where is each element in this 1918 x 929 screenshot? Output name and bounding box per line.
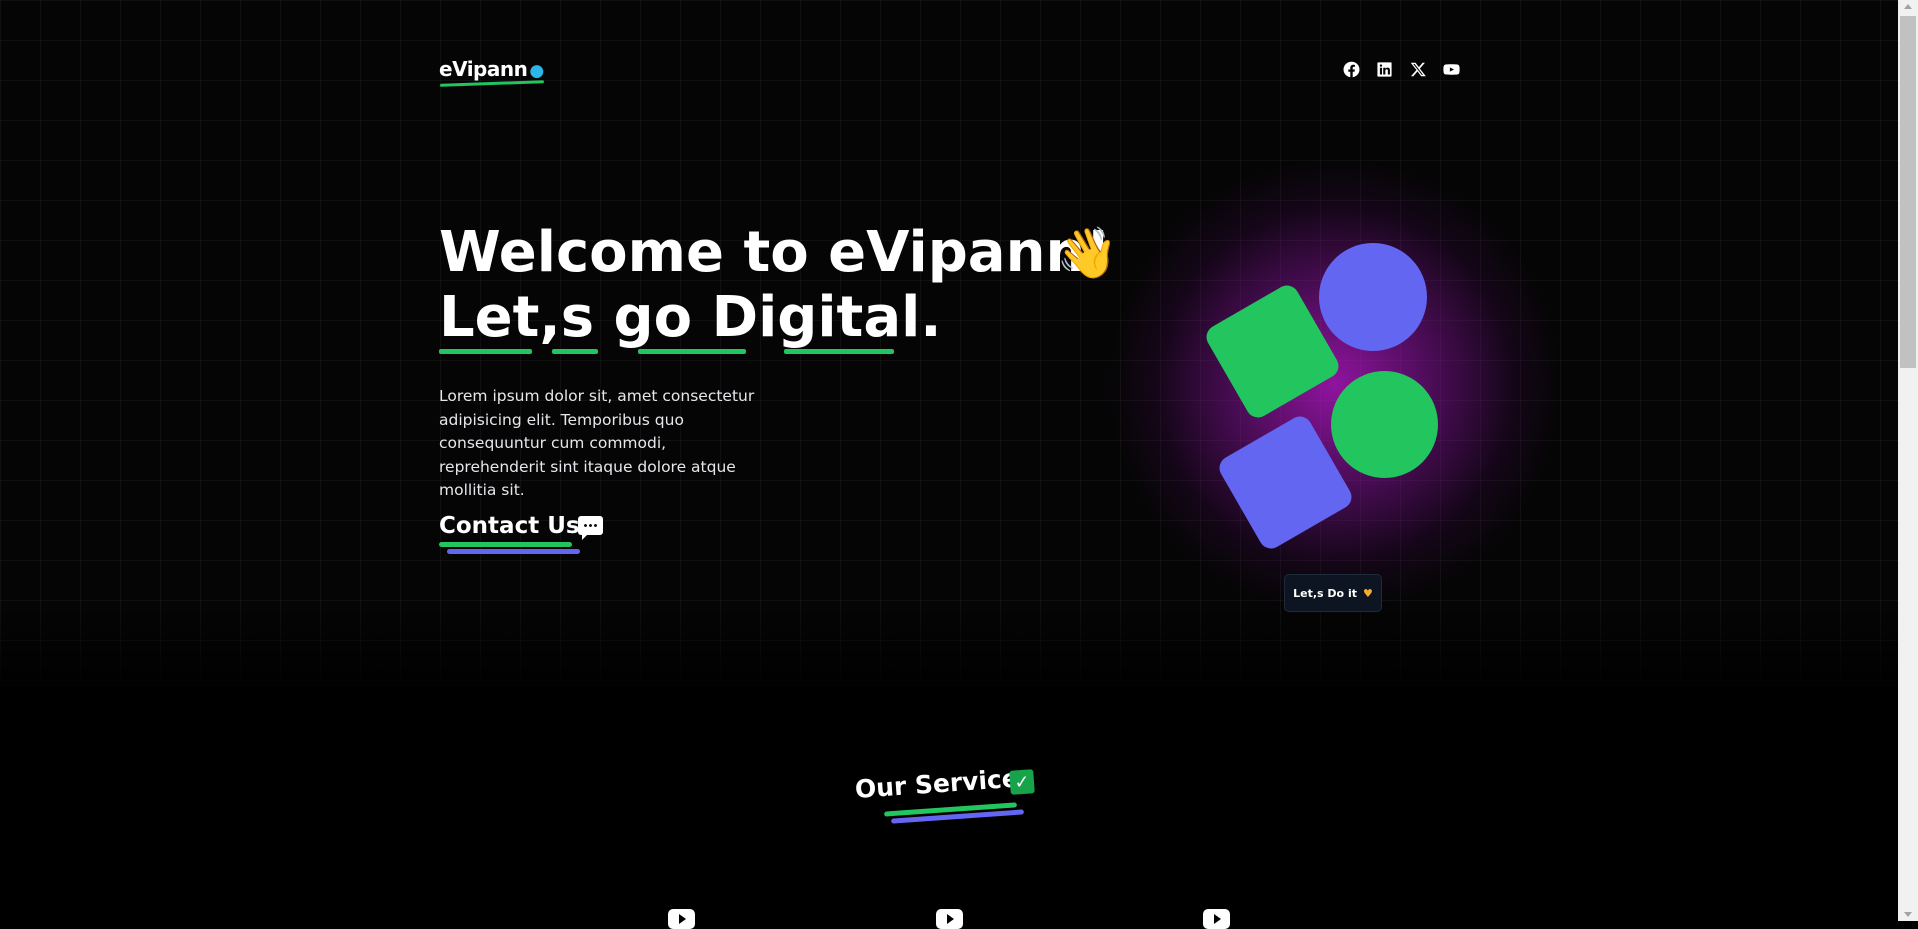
lets-do-it-button[interactable]: Let,s Do it ♥ [1284, 574, 1382, 612]
hero-title-line2: Let,s go Digital. [439, 285, 942, 350]
play-icon[interactable] [936, 909, 963, 929]
x-icon[interactable] [1409, 60, 1428, 79]
cta-label: Let,s Do it [1293, 586, 1357, 600]
play-icon[interactable] [668, 909, 695, 929]
scroll-down-arrow[interactable] [1904, 912, 1912, 917]
check-mark-icon: ✓ [1009, 769, 1035, 795]
logo-text: eVipann [439, 57, 528, 81]
scrollbar-thumb[interactable] [1900, 16, 1916, 368]
logo[interactable]: eVipann ● [439, 57, 544, 81]
facebook-icon[interactable] [1342, 60, 1361, 79]
title-underline [784, 349, 894, 354]
title-underline [638, 349, 746, 354]
linkedin-icon[interactable] [1375, 60, 1394, 79]
play-icon[interactable] [1203, 909, 1230, 929]
hero-title-line1: Welcome to eVipann! [439, 220, 1111, 285]
green-circle [1331, 371, 1438, 478]
indigo-circle [1319, 243, 1427, 351]
services-title: Our Services [853, 762, 1035, 804]
purple-glow [1105, 155, 1565, 615]
hero-section [0, 0, 1898, 695]
scroll-up-arrow[interactable] [1904, 4, 1912, 9]
globe-icon: ● [529, 61, 544, 81]
speech-bubble-icon [578, 516, 603, 540]
youtube-icon[interactable] [1442, 60, 1461, 79]
title-underline [552, 349, 598, 354]
title-underline [439, 349, 532, 354]
hero-description: Lorem ipsum dolor sit, amet consectetur … [439, 387, 755, 499]
contact-underline-green [439, 542, 572, 547]
contact-us-link[interactable]: Contact Us [439, 513, 580, 539]
scrollbar[interactable] [1898, 0, 1918, 921]
heart-icon: ♥ [1362, 586, 1373, 600]
waving-hand-icon: 👋 [1056, 224, 1119, 282]
contact-underline-blue [447, 549, 580, 554]
